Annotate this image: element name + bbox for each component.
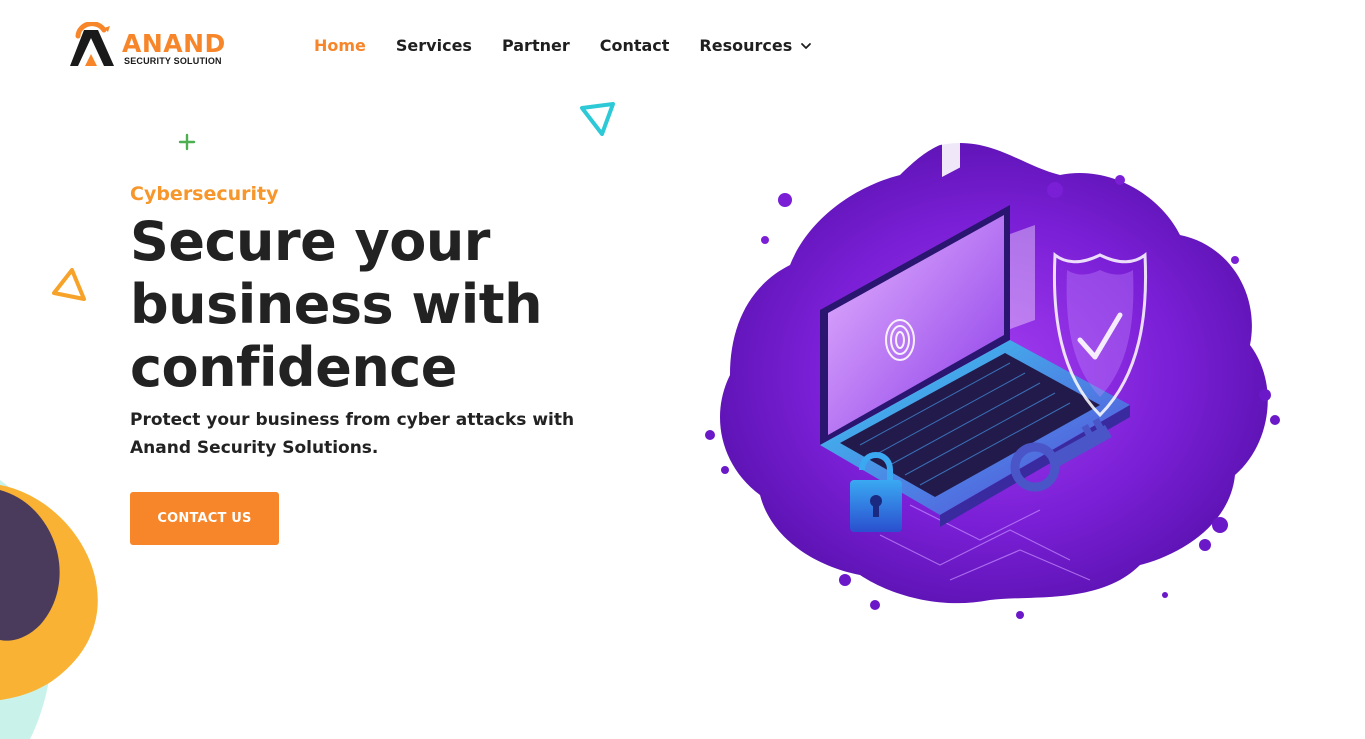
contact-us-button[interactable]: CONTACT US <box>130 492 279 545</box>
main-nav: Home Services Partner Contact Resources <box>314 34 842 58</box>
nav-item-partner[interactable]: Partner <box>502 35 570 57</box>
plus-decoration-icon <box>178 133 196 151</box>
hero-headline: Secure your business with confidence <box>130 210 543 399</box>
triangle-cyan-decoration-icon <box>580 102 615 136</box>
security-illustration <box>705 131 1280 619</box>
landing-page: ANAND SECURITY SOLUTION Home Services Pa… <box>0 0 1365 739</box>
nav-item-services[interactable]: Services <box>396 35 472 57</box>
brand-logo[interactable]: ANAND SECURITY SOLUTION <box>64 22 244 70</box>
nav-item-home[interactable]: Home <box>314 35 366 57</box>
hero-eyebrow: Cybersecurity <box>130 183 279 205</box>
brand-name: ANAND <box>122 29 226 58</box>
nav-item-resources[interactable]: Resources <box>699 35 812 57</box>
nav-item-contact[interactable]: Contact <box>600 35 670 57</box>
hero-subtext: Protect your business from cyber attacks… <box>130 410 575 458</box>
nav-item-resources-label: Resources <box>699 36 793 55</box>
logo-a-icon <box>70 22 114 66</box>
brand-tagline: SECURITY SOLUTION <box>124 56 222 66</box>
chevron-down-icon <box>801 43 812 49</box>
triangle-orange-decoration-icon <box>52 268 86 301</box>
blob-decoration <box>0 480 98 739</box>
